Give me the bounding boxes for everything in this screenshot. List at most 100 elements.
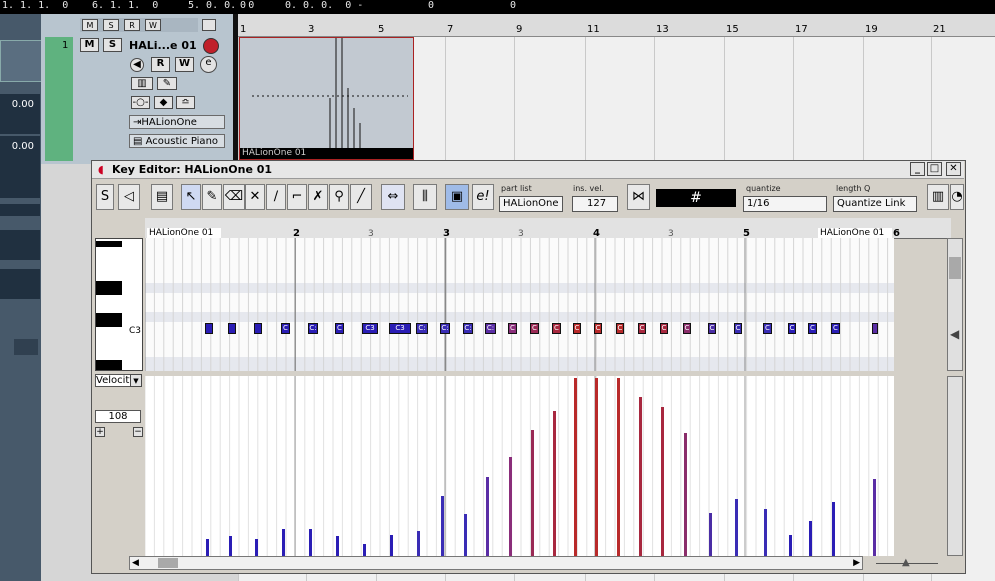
- midi-note[interactable]: C: [552, 323, 561, 334]
- channel-icon[interactable]: ▥: [131, 77, 153, 90]
- velocity-bar[interactable]: [509, 457, 512, 556]
- midi-note[interactable]: [228, 323, 236, 334]
- velocity-bar[interactable]: [282, 529, 285, 556]
- midi-note[interactable]: C: [831, 323, 840, 334]
- vertical-scrollbar[interactable]: ◀: [947, 238, 963, 371]
- midi-note[interactable]: C:: [485, 323, 496, 334]
- velocity-bar[interactable]: [832, 502, 835, 556]
- draw-icon[interactable]: ✎: [202, 184, 222, 210]
- line-tool-icon[interactable]: ╱: [350, 184, 372, 210]
- sends-icon[interactable]: ≏: [176, 96, 195, 109]
- midi-note[interactable]: C:: [308, 323, 318, 334]
- object-selection-icon[interactable]: ↖: [181, 184, 201, 210]
- midi-note[interactable]: [872, 323, 878, 334]
- velocity-lane[interactable]: [145, 376, 894, 556]
- midi-note[interactable]: [254, 323, 262, 334]
- velocity-bar[interactable]: [639, 397, 642, 556]
- inspector-slot-4[interactable]: [0, 269, 40, 299]
- midi-note[interactable]: C:: [440, 323, 450, 334]
- midi-note[interactable]: C: [508, 323, 517, 334]
- midi-note[interactable]: C: [616, 323, 624, 334]
- velocity-bar[interactable]: [363, 544, 366, 556]
- delete-icon[interactable]: ✕: [245, 184, 265, 210]
- midi-note[interactable]: C:: [416, 323, 428, 334]
- midi-note[interactable]: C: [573, 323, 581, 334]
- zoom-thumb-icon[interactable]: ▲: [902, 557, 910, 568]
- zoom-icon[interactable]: ⚲: [329, 184, 349, 210]
- split-icon[interactable]: ∕: [266, 184, 286, 210]
- midi-part[interactable]: HALionOne 01: [239, 37, 414, 160]
- black-key[interactable]: [96, 281, 122, 295]
- scroll-left-icon[interactable]: ◀: [132, 558, 139, 568]
- global-write-button[interactable]: W: [145, 19, 161, 31]
- track-name[interactable]: HALi...e 01: [129, 39, 197, 52]
- velocity-bar[interactable]: [255, 539, 258, 556]
- track-mute-button[interactable]: M: [80, 38, 99, 52]
- window-layout-icon[interactable]: ▥: [927, 184, 949, 210]
- eq-icon[interactable]: ◆: [154, 96, 173, 109]
- piano-keyboard[interactable]: C3: [95, 238, 143, 371]
- quantize-setup-icon[interactable]: #: [656, 189, 736, 207]
- scroll-thumb[interactable]: [158, 558, 178, 568]
- inspector-slot-2[interactable]: [0, 204, 40, 216]
- sends-button[interactable]: [14, 339, 38, 355]
- global-solo-button[interactable]: S: [103, 19, 119, 31]
- black-key[interactable]: [96, 241, 122, 247]
- part-editing-icon[interactable]: ⫼: [413, 184, 437, 210]
- velocity-bar[interactable]: [617, 378, 620, 556]
- midi-note[interactable]: C: [638, 323, 646, 334]
- insert-icon[interactable]: -○-: [131, 96, 150, 109]
- velocity-bar[interactable]: [531, 430, 534, 556]
- midi-note[interactable]: C: [708, 323, 716, 334]
- velocity-bar[interactable]: [229, 536, 232, 556]
- global-mute-button[interactable]: M: [82, 19, 98, 31]
- inspector-slot-3[interactable]: [0, 230, 40, 260]
- step-input-icon[interactable]: e!: [472, 184, 494, 210]
- velocity-bar[interactable]: [684, 433, 687, 556]
- maximize-button[interactable]: □: [927, 162, 942, 176]
- record-enable-icon[interactable]: [203, 38, 219, 54]
- midi-note[interactable]: C: [808, 323, 817, 334]
- track-solo-button[interactable]: S: [103, 38, 122, 52]
- glue-icon[interactable]: ⌐: [287, 184, 307, 210]
- close-button[interactable]: ✕: [946, 162, 961, 176]
- midi-note[interactable]: C: [763, 323, 772, 334]
- midi-note[interactable]: C: [734, 323, 742, 334]
- velocity-bar[interactable]: [390, 535, 393, 556]
- midi-note[interactable]: C: [660, 323, 668, 334]
- track-options-icon[interactable]: [202, 19, 216, 31]
- zoom-slider-icon[interactable]: ◀: [950, 327, 959, 341]
- midi-note[interactable]: C3: [362, 323, 378, 334]
- midi-note[interactable]: [205, 323, 213, 334]
- show-info-icon[interactable]: ▤: [151, 184, 173, 210]
- add-lane-icon[interactable]: +: [95, 427, 105, 437]
- velocity-bar[interactable]: [789, 535, 792, 556]
- velocity-bar[interactable]: [661, 407, 664, 556]
- zoom-slider[interactable]: ▲: [866, 557, 946, 569]
- midi-note[interactable]: C: [788, 323, 796, 334]
- pan-field[interactable]: 0.00: [0, 136, 40, 176]
- midi-note[interactable]: C: [683, 323, 691, 334]
- velocity-bar[interactable]: [309, 529, 312, 556]
- velocity-scrollbar[interactable]: [947, 376, 963, 556]
- minimize-button[interactable]: _: [910, 162, 925, 176]
- track-write-button[interactable]: W: [175, 57, 194, 72]
- velocity-bar[interactable]: [735, 499, 738, 556]
- arrange-ruler[interactable]: [238, 14, 995, 37]
- track-read-button[interactable]: R: [151, 57, 170, 72]
- velocity-bar[interactable]: [764, 509, 767, 556]
- inspector-slot-1[interactable]: [0, 174, 40, 198]
- black-key[interactable]: [96, 313, 122, 327]
- midi-note[interactable]: C: [281, 323, 290, 334]
- velocity-bar[interactable]: [553, 411, 556, 556]
- scroll-thumb[interactable]: [949, 257, 961, 279]
- velocity-bar[interactable]: [873, 479, 876, 556]
- acoustic-feedback-icon[interactable]: ◁: [118, 184, 140, 210]
- midi-note[interactable]: C: [335, 323, 344, 334]
- autoscroll-icon[interactable]: ⇔: [381, 184, 405, 210]
- velocity-bar[interactable]: [441, 496, 444, 556]
- scroll-right-icon[interactable]: ▶: [853, 558, 860, 568]
- quantize-select[interactable]: 1/16: [743, 196, 827, 212]
- part-list-select[interactable]: HALionOne: [499, 196, 563, 212]
- edit-instrument-icon[interactable]: e: [200, 56, 217, 73]
